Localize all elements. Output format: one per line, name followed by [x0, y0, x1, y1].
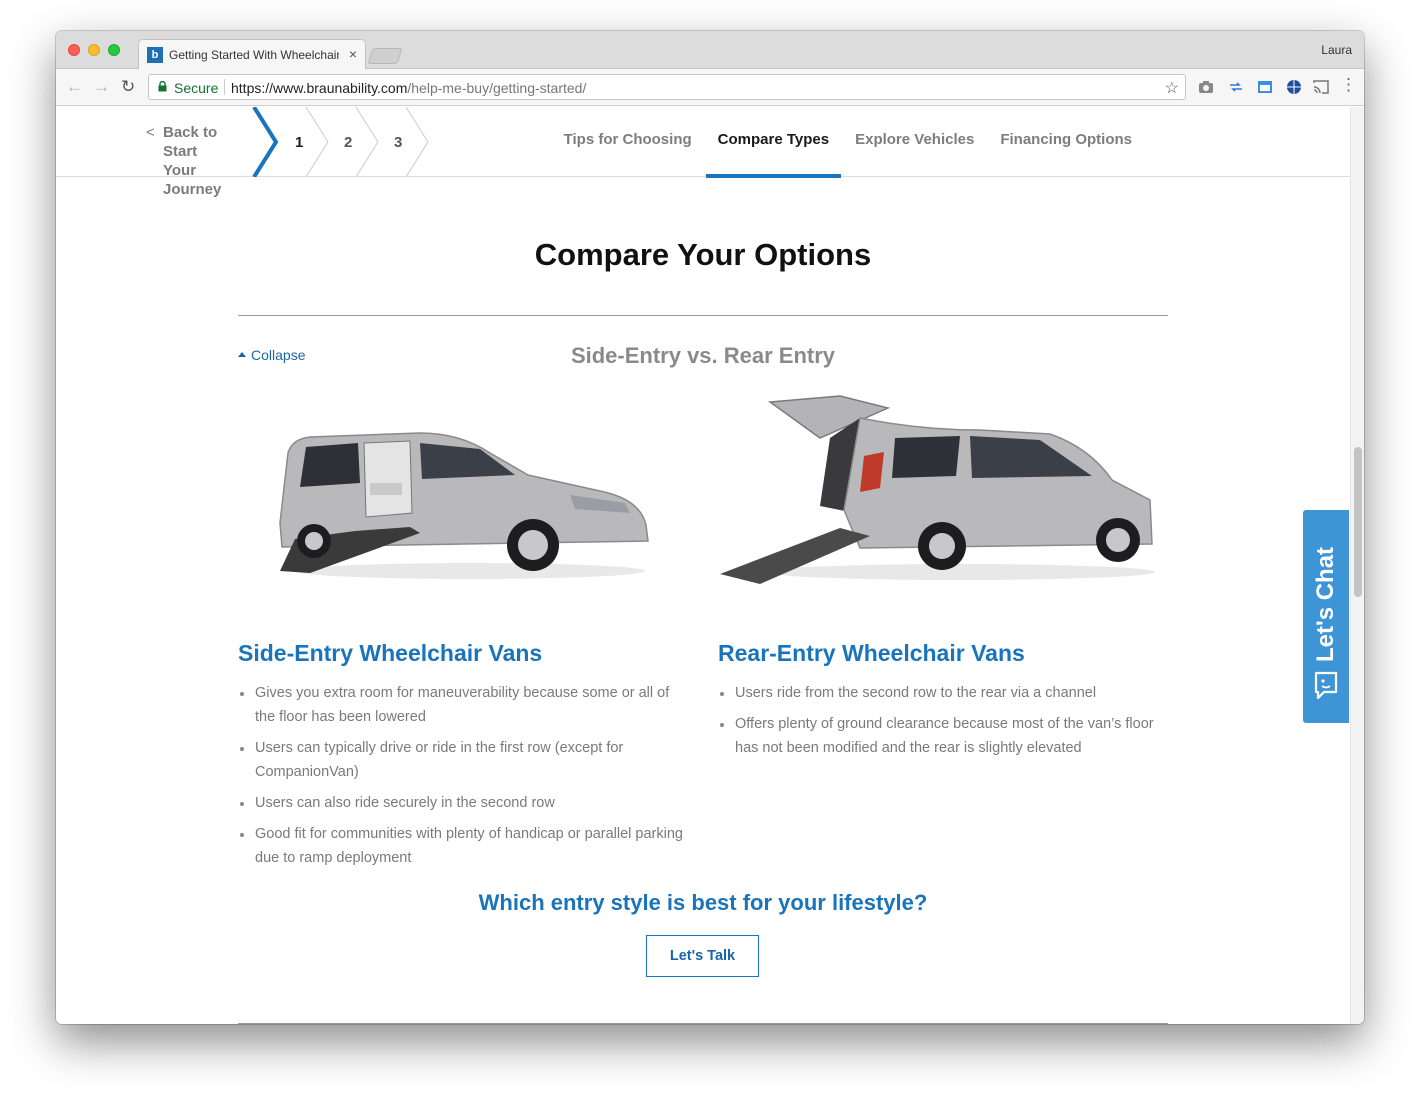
list-item: Users can also ride securely in the seco… — [238, 791, 688, 815]
address-bar[interactable]: Secure https://www.braunability.com/help… — [148, 74, 1186, 100]
web-page: < Back to Start Your Journey 1 2 3 Tips … — [56, 107, 1350, 1024]
back-link-line1: Back to Start — [163, 124, 218, 160]
secure-label: Secure — [174, 80, 219, 96]
tab-financing-options[interactable]: Financing Options — [988, 107, 1144, 177]
close-window-button[interactable] — [68, 44, 80, 56]
minimize-window-button[interactable] — [88, 44, 100, 56]
chat-label: Let's Chat — [1312, 546, 1339, 662]
chat-bubble-icon — [1314, 671, 1338, 700]
side-entry-title: Side-Entry Wheelchair Vans — [238, 640, 543, 666]
back-link-line2: Your Journey — [163, 162, 222, 198]
back-arrow-icon[interactable]: ← — [66, 77, 83, 97]
url-host: https://www.braunability.com — [231, 80, 408, 96]
section-divider-top — [238, 315, 1168, 316]
browser-toolbar: ← → ↻ Secure https://www.braunability.co… — [56, 69, 1364, 106]
rear-entry-bullet-list: Users ride from the second row to the re… — [718, 681, 1178, 767]
url-text: https://www.braunability.com/help-me-buy… — [231, 80, 586, 96]
page-title: Compare Your Options — [534, 237, 872, 272]
list-item: Gives you extra room for maneuverability… — [238, 681, 688, 729]
lets-chat-tab[interactable]: Let's Chat — [1303, 510, 1349, 723]
tab-title: Getting Started With Wheelchair — [169, 48, 339, 62]
tab-compare-types[interactable]: Compare Types — [705, 107, 842, 178]
rear-entry-van-image — [720, 395, 1155, 584]
profile-name[interactable]: Laura — [1321, 43, 1352, 57]
camera-icon[interactable] — [1198, 79, 1214, 95]
new-tab-button[interactable] — [367, 48, 403, 64]
step-chevron-3 — [405, 107, 429, 177]
compare-tabs: Tips for Choosing Compare Types Explore … — [550, 107, 1144, 178]
journey-subnav: < Back to Start Your Journey 1 2 3 Tips … — [56, 107, 1350, 198]
side-entry-bullet-list: Gives you extra room for maneuverability… — [238, 681, 688, 877]
tab-tips-for-choosing[interactable]: Tips for Choosing — [552, 107, 704, 177]
section-divider-bottom — [238, 1023, 1168, 1024]
cta-heading: Which entry style is best for your lifes… — [478, 890, 928, 915]
cast-icon[interactable] — [1313, 79, 1329, 95]
step-chevron-1 — [305, 107, 329, 177]
list-item: Good fit for communities with plenty of … — [238, 822, 688, 870]
step-chevron-active — [252, 107, 279, 177]
list-item: Offers plenty of ground clearance becaus… — [718, 712, 1178, 760]
back-to-start-link[interactable]: < Back to Start Your Journey — [146, 123, 252, 199]
list-item: Users ride from the second row to the re… — [718, 681, 1178, 705]
screenshot-extension-icon[interactable] — [1257, 79, 1273, 95]
step-1[interactable]: 1 — [295, 134, 303, 151]
journey-steps-chevrons — [252, 107, 429, 177]
forward-arrow-icon[interactable]: → — [93, 77, 110, 97]
zoom-window-button[interactable] — [108, 44, 120, 56]
chevron-left-icon: < — [146, 124, 155, 141]
tab-explore-vehicles[interactable]: Explore Vehicles — [843, 107, 986, 177]
lock-icon — [158, 81, 167, 92]
arrows-extension-icon[interactable] — [1228, 79, 1244, 95]
reload-icon[interactable]: ↻ — [121, 77, 135, 97]
step-2[interactable]: 2 — [344, 134, 352, 151]
url-divider — [224, 79, 225, 95]
url-path: /help-me-buy/getting-started/ — [407, 80, 587, 96]
braunability-favicon-icon: b — [147, 47, 163, 63]
list-item: Users can typically drive or ride in the… — [238, 736, 688, 784]
page-scrollbar[interactable] — [1350, 107, 1364, 1024]
side-entry-van-image — [279, 432, 649, 579]
tab-close-icon[interactable]: × — [349, 46, 357, 62]
bookmark-star-icon[interactable]: ☆ — [1165, 78, 1179, 98]
section-subheading: Side-Entry vs. Rear Entry — [570, 343, 836, 368]
globe-extension-icon[interactable] — [1286, 79, 1302, 95]
tab-strip: b Getting Started With Wheelchair × Laur… — [56, 31, 1364, 70]
step-3[interactable]: 3 — [394, 134, 402, 151]
step-chevron-2 — [355, 107, 379, 177]
menu-kebab-icon[interactable]: ⋮ — [1340, 75, 1357, 95]
scrollbar-thumb[interactable] — [1354, 447, 1362, 597]
rear-entry-title: Rear-Entry Wheelchair Vans — [718, 640, 1025, 666]
browser-tab-active[interactable]: b Getting Started With Wheelchair × — [138, 39, 366, 70]
browser-window: b Getting Started With Wheelchair × Laur… — [56, 31, 1364, 1024]
lets-talk-button[interactable]: Let's Talk — [646, 935, 759, 977]
